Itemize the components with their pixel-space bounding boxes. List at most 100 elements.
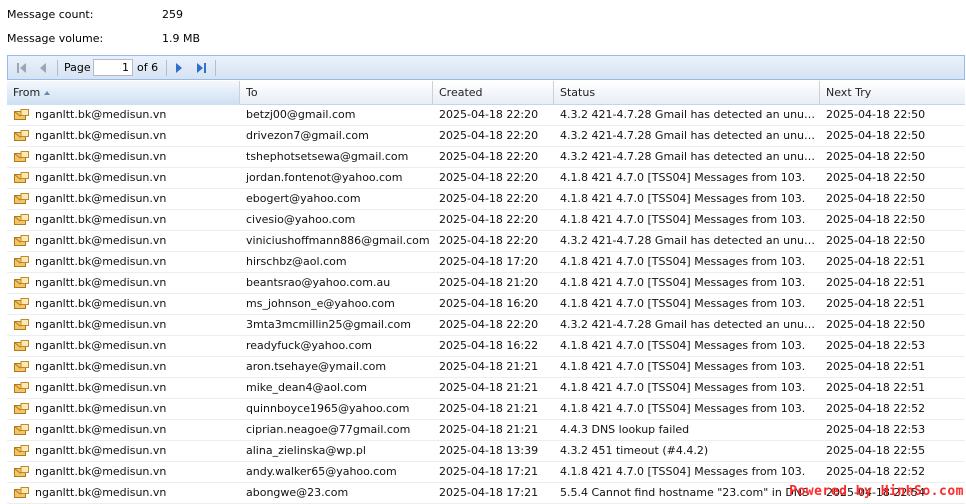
cell-status: 4.3.2 421-4.7.28 Gmail has detected an u… xyxy=(560,129,820,142)
cell-status: 4.1.8 421 4.7.0 [TSS04] Messages from 10… xyxy=(560,360,806,373)
prev-page-icon[interactable] xyxy=(35,60,51,76)
mail-queue-icon xyxy=(14,466,29,477)
column-header-status[interactable]: Status xyxy=(554,81,820,105)
table-row[interactable]: nganltt.bk@medisun.vn betzj00@gmail.com 20… xyxy=(7,105,965,126)
cell-created: 2025-04-18 22:20 xyxy=(439,213,539,226)
message-count-label: Message count: xyxy=(7,8,94,21)
cell-to: abongwe@23.com xyxy=(246,486,349,499)
cell-next: 2025-04-18 22:51 xyxy=(826,297,926,310)
cell-next: 2025-04-18 22:51 xyxy=(826,276,926,289)
cell-status: 4.1.8 421 4.7.0 [TSS04] Messages from 10… xyxy=(560,339,806,352)
cell-created: 2025-04-18 21:21 xyxy=(439,381,539,394)
cell-created: 2025-04-18 13:39 xyxy=(439,444,539,457)
cell-status: 4.1.8 421 4.7.0 [TSS04] Messages from 10… xyxy=(560,402,806,415)
table-row[interactable]: nganltt.bk@medisun.vn tshephotsetsewa@gma… xyxy=(7,147,965,168)
table-row[interactable]: nganltt.bk@medisun.vn andy.walker65@yahoo… xyxy=(7,462,965,483)
table-row[interactable]: nganltt.bk@medisun.vn alina_zielinska@wp.… xyxy=(7,441,965,462)
column-header-created[interactable]: Created xyxy=(433,81,554,105)
cell-to: drivezon7@gmail.com xyxy=(246,129,369,142)
page-number-input[interactable] xyxy=(93,59,133,76)
cell-next: 2025-04-18 22:51 xyxy=(826,381,926,394)
cell-status: 5.5.4 Cannot find hostname "23.com" in D… xyxy=(560,486,810,499)
table-row[interactable]: nganltt.bk@medisun.vn ebogert@yahoo.com 20… xyxy=(7,189,965,210)
cell-from: nganltt.bk@medisun.vn xyxy=(35,150,167,163)
cell-next: 2025-04-18 22:50 xyxy=(826,234,926,247)
toolbar-separator xyxy=(166,60,167,76)
message-volume-value: 1.9 MB xyxy=(162,32,201,45)
mail-queue-icon xyxy=(14,361,29,372)
cell-status: 4.1.8 421 4.7.0 [TSS04] Messages from 10… xyxy=(560,276,806,289)
cell-created: 2025-04-18 16:22 xyxy=(439,339,539,352)
mail-queue-icon xyxy=(14,235,29,246)
message-volume-row: Message volume: 1.9 MB xyxy=(0,27,400,51)
mail-queue-icon xyxy=(14,382,29,393)
cell-to: andy.walker65@yahoo.com xyxy=(246,465,397,478)
column-header-next-try[interactable]: Next Try xyxy=(820,81,965,105)
cell-next: 2025-04-18 22:52 xyxy=(826,402,926,415)
cell-created: 2025-04-18 22:20 xyxy=(439,318,539,331)
mail-queue-icon xyxy=(14,487,29,498)
cell-created: 2025-04-18 16:20 xyxy=(439,297,539,310)
mail-queue-icon xyxy=(14,445,29,456)
cell-to: tshephotsetsewa@gmail.com xyxy=(246,150,409,163)
mail-queue-icon xyxy=(14,403,29,414)
last-page-icon[interactable] xyxy=(193,60,209,76)
cell-status: 4.4.3 DNS lookup failed xyxy=(560,423,690,436)
cell-to: quinnboyce1965@yahoo.com xyxy=(246,402,410,415)
column-header-from[interactable]: From xyxy=(7,81,240,105)
cell-created: 2025-04-18 22:20 xyxy=(439,171,539,184)
table-row[interactable]: nganltt.bk@medisun.vn ciprian.neagoe@77gm… xyxy=(7,420,965,441)
mail-queue-icon xyxy=(14,130,29,141)
cell-status: 4.3.2 421-4.7.28 Gmail has detected an u… xyxy=(560,234,820,247)
grid-header: From To Created Status Next Try xyxy=(7,81,965,105)
cell-to: alina_zielinska@wp.pl xyxy=(246,444,366,457)
cell-to: jordan.fontenot@yahoo.com xyxy=(246,171,403,184)
message-count-row: Message count: 259 xyxy=(0,3,400,27)
column-header-to[interactable]: To xyxy=(240,81,433,105)
cell-from: nganltt.bk@medisun.vn xyxy=(35,381,167,394)
cell-created: 2025-04-18 22:20 xyxy=(439,192,539,205)
table-row[interactable]: nganltt.bk@medisun.vn readyfuck@yahoo.com… xyxy=(7,336,965,357)
cell-next: 2025-04-18 22:50 xyxy=(826,192,926,205)
cell-to: ebogert@yahoo.com xyxy=(246,192,361,205)
cell-created: 2025-04-18 21:21 xyxy=(439,402,539,415)
cell-status: 4.1.8 421 4.7.0 [TSS04] Messages from 10… xyxy=(560,213,806,226)
mail-queue-icon xyxy=(14,109,29,120)
cell-next: 2025-04-18 22:50 xyxy=(826,171,926,184)
column-header-to-label: To xyxy=(246,86,258,99)
cell-created: 2025-04-18 17:20 xyxy=(439,255,539,268)
cell-to: aron.tsehaye@ymail.com xyxy=(246,360,387,373)
table-row[interactable]: nganltt.bk@medisun.vn viniciushoffmann886… xyxy=(7,231,965,252)
first-page-icon[interactable] xyxy=(14,60,30,76)
table-row[interactable]: nganltt.bk@medisun.vn beantsrao@yahoo.com… xyxy=(7,273,965,294)
cell-next: 2025-04-18 22:50 xyxy=(826,129,926,142)
table-row[interactable]: nganltt.bk@medisun.vn aron.tsehaye@ymail.… xyxy=(7,357,965,378)
next-page-icon[interactable] xyxy=(171,60,187,76)
cell-status: 4.1.8 421 4.7.0 [TSS04] Messages from 10… xyxy=(560,297,806,310)
cell-from: nganltt.bk@medisun.vn xyxy=(35,234,167,247)
sort-asc-icon xyxy=(44,91,51,95)
cell-to: betzj00@gmail.com xyxy=(246,108,356,121)
cell-from: nganltt.bk@medisun.vn xyxy=(35,276,167,289)
page-label: Page xyxy=(64,61,91,74)
mail-queue-icon xyxy=(14,193,29,204)
mail-queue-icon xyxy=(14,298,29,309)
cell-created: 2025-04-18 21:20 xyxy=(439,276,539,289)
table-row[interactable]: nganltt.bk@medisun.vn jordan.fontenot@yah… xyxy=(7,168,965,189)
table-row[interactable]: nganltt.bk@medisun.vn quinnboyce1965@yaho… xyxy=(7,399,965,420)
cell-to: ms_johnson_e@yahoo.com xyxy=(246,297,395,310)
mail-queue-icon xyxy=(14,424,29,435)
table-row[interactable]: nganltt.bk@medisun.vn drivezon7@gmail.com… xyxy=(7,126,965,147)
table-row[interactable]: nganltt.bk@medisun.vn mike_dean4@aol.com 2… xyxy=(7,378,965,399)
cell-from: nganltt.bk@medisun.vn xyxy=(35,423,167,436)
table-row[interactable]: nganltt.bk@medisun.vn 3mta3mcmillin25@gma… xyxy=(7,315,965,336)
mail-queue-icon xyxy=(14,214,29,225)
table-row[interactable]: nganltt.bk@medisun.vn civesio@yahoo.com 20… xyxy=(7,210,965,231)
table-row[interactable]: nganltt.bk@medisun.vn ms_johnson_e@yahoo.… xyxy=(7,294,965,315)
table-row[interactable]: nganltt.bk@medisun.vn hirschbz@aol.com 202… xyxy=(7,252,965,273)
cell-created: 2025-04-18 22:20 xyxy=(439,234,539,247)
cell-from: nganltt.bk@medisun.vn xyxy=(35,402,167,415)
cell-from: nganltt.bk@medisun.vn xyxy=(35,213,167,226)
cell-created: 2025-04-18 21:21 xyxy=(439,360,539,373)
column-header-next-try-label: Next Try xyxy=(826,86,872,99)
